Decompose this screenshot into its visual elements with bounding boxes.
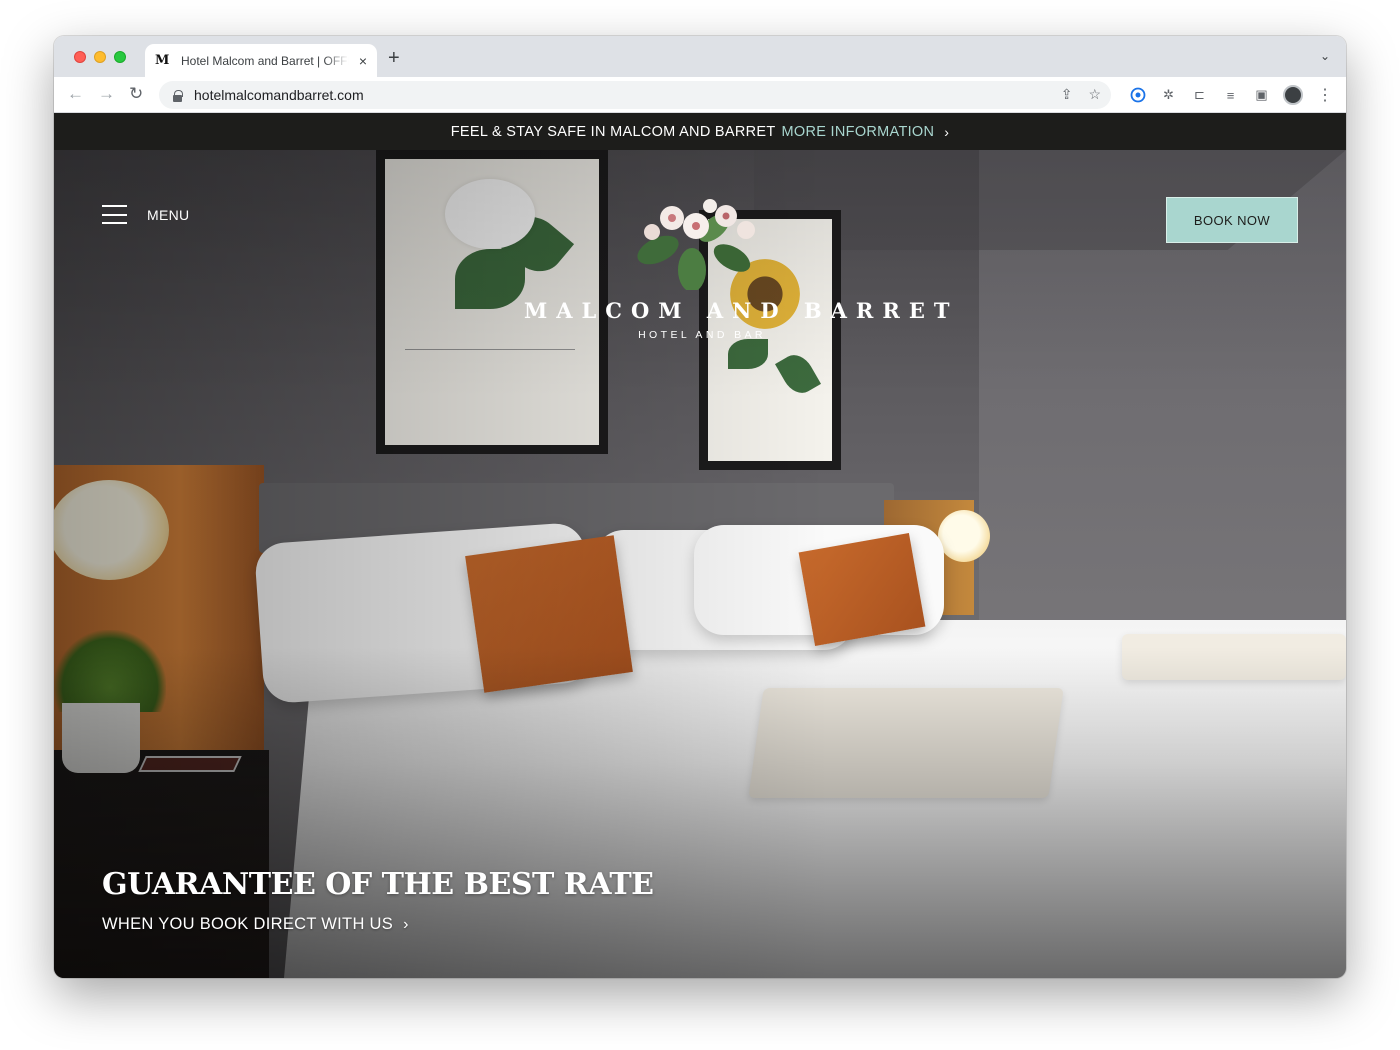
share-icon[interactable]: ⇪	[1061, 86, 1073, 103]
favicon-icon: M	[155, 53, 169, 68]
close-window-button[interactable]	[74, 51, 86, 63]
url-text[interactable]: hotelmalcomandbarret.com	[194, 87, 364, 103]
forward-icon[interactable]: →	[98, 84, 115, 104]
address-bar[interactable]: hotelmalcomandbarret.com ⇪ ☆	[159, 81, 1111, 109]
tab-strip: M Hotel Malcom and Barret | OFFICIAL × +…	[54, 36, 1346, 77]
chevron-right-icon[interactable]: ›	[403, 916, 409, 934]
hero-headline: GUARANTEE OF THE BEST RATE	[102, 867, 654, 902]
extensions-icon[interactable]: ✲	[1159, 86, 1178, 105]
tab-close-icon[interactable]: ×	[359, 53, 367, 69]
logo-subtitle: HOTEL AND BAR	[638, 329, 766, 341]
chevron-right-icon[interactable]: ›	[944, 124, 949, 140]
hamburger-icon[interactable]	[102, 205, 127, 224]
browser-menu-icon[interactable]: ⋮	[1317, 85, 1333, 105]
hero-section: MENU MALCOM AND BARRET HOTEL AND BAR BOO…	[54, 150, 1346, 978]
book-now-button[interactable]: BOOK NOW	[1166, 197, 1298, 243]
browser-window: M Hotel Malcom and Barret | OFFICIAL × +…	[54, 36, 1346, 978]
new-tab-icon[interactable]: +	[388, 47, 400, 70]
cast-icon[interactable]: ⊏	[1190, 86, 1209, 105]
lock-icon[interactable]	[173, 89, 183, 102]
book-direct-text[interactable]: WHEN YOU BOOK DIRECT WITH US	[102, 915, 393, 934]
back-icon[interactable]: ←	[67, 84, 84, 104]
more-information-link[interactable]: MORE INFORMATION	[782, 124, 935, 140]
tab-title: Hotel Malcom and Barret | OFFICIAL	[181, 53, 349, 68]
menu-button[interactable]: MENU	[102, 205, 189, 224]
safety-banner: FEEL & STAY SAFE IN MALCOM AND BARRET MO…	[54, 113, 1346, 150]
tab-search-chevron-icon[interactable]: ⌄	[1320, 49, 1330, 63]
password-manager-icon[interactable]	[1128, 86, 1147, 105]
hotel-logo[interactable]: MALCOM AND BARRET HOTEL AND BAR	[524, 180, 959, 341]
minimize-window-button[interactable]	[94, 51, 106, 63]
banner-text: FEEL & STAY SAFE IN MALCOM AND BARRET	[450, 123, 776, 140]
bookmark-star-icon[interactable]: ☆	[1088, 86, 1101, 103]
logo-title: MALCOM AND BARRET	[524, 298, 959, 323]
floral-logo-icon	[524, 180, 880, 292]
side-panel-icon[interactable]: ▣	[1252, 86, 1271, 105]
menu-label[interactable]: MENU	[147, 207, 189, 223]
zoom-window-button[interactable]	[114, 51, 126, 63]
media-controls-icon[interactable]: ≡	[1221, 86, 1240, 105]
reload-icon[interactable]: ↻	[129, 84, 143, 104]
profile-avatar[interactable]	[1283, 85, 1303, 105]
web-page: FEEL & STAY SAFE IN MALCOM AND BARRET MO…	[54, 113, 1346, 978]
browser-toolbar: ← → ↻ hotelmalcomandbarret.com ⇪ ☆ ✲ ⊏ ≡…	[54, 77, 1346, 113]
browser-tab[interactable]: M Hotel Malcom and Barret | OFFICIAL ×	[145, 44, 377, 77]
book-direct-link[interactable]: WHEN YOU BOOK DIRECT WITH US ›	[102, 915, 409, 934]
